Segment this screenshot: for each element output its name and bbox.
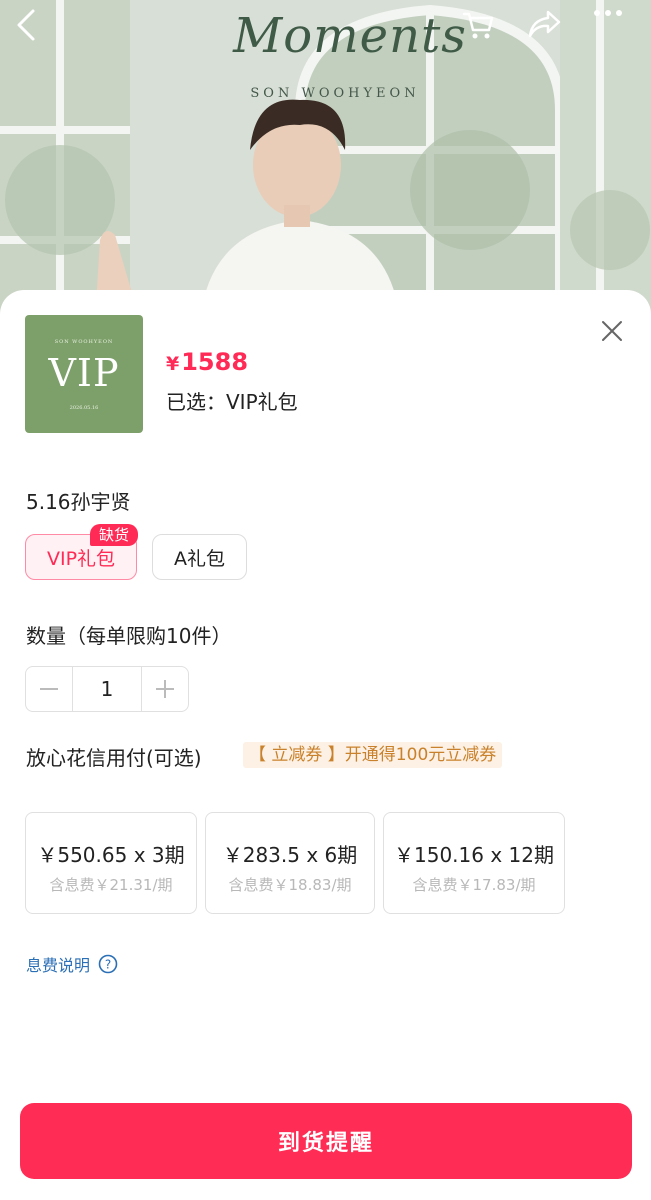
decrement-button[interactable] xyxy=(26,667,72,711)
thumbnail-top-text: SON WOOHYEON xyxy=(54,339,114,345)
hero-subtitle: SON WOOHYEON xyxy=(250,86,420,101)
plan-amount: ￥150.16 x 12期 xyxy=(394,843,554,867)
spec-label: 5.16孙宇贤 xyxy=(26,490,131,514)
price-currency: ¥ xyxy=(166,353,180,375)
minus-icon xyxy=(40,688,58,690)
hero-banner: Moments SON WOOHYEON xyxy=(0,0,651,320)
fee-explanation-link[interactable]: 息费说明 ? xyxy=(26,952,118,976)
plan-amount: ￥283.5 x 6期 xyxy=(222,843,358,867)
coupon-badge[interactable]: 【 立减券 】开通得100元立减券 xyxy=(243,742,503,768)
option-label: A礼包 xyxy=(174,547,225,570)
close-button[interactable] xyxy=(597,316,627,346)
credit-pay-label: 放心花信用付(可选) xyxy=(26,746,202,770)
quantity-value[interactable]: 1 xyxy=(72,667,142,711)
back-button[interactable] xyxy=(14,8,54,48)
quantity-label: 数量（每单限购10件） xyxy=(26,624,232,648)
product-price: ¥1588 xyxy=(166,348,248,376)
quantity-stepper: 1 xyxy=(25,666,189,712)
help-icon: ? xyxy=(98,954,118,974)
fee-link-label: 息费说明 xyxy=(26,956,91,975)
increment-button[interactable] xyxy=(142,667,188,711)
plan-fee: 含息费￥17.83/期 xyxy=(412,876,536,894)
more-icon xyxy=(594,10,622,16)
plus-icon xyxy=(156,680,174,698)
restock-reminder-button[interactable]: 到货提醒 xyxy=(20,1103,632,1179)
installment-plan-6[interactable]: ￥283.5 x 6期 含息费￥18.83/期 xyxy=(205,812,375,914)
svg-text:?: ? xyxy=(105,958,111,972)
installment-plan-12[interactable]: ￥150.16 x 12期 含息费￥17.83/期 xyxy=(383,812,565,914)
share-button[interactable] xyxy=(526,8,566,48)
option-a-package[interactable]: A礼包 xyxy=(152,534,247,580)
price-value: 1588 xyxy=(181,348,249,376)
thumbnail-main-text: VIP xyxy=(48,351,120,395)
share-icon xyxy=(528,10,561,38)
more-button[interactable] xyxy=(592,8,632,48)
option-label: VIP礼包 xyxy=(46,547,116,570)
close-icon xyxy=(602,321,622,341)
plan-amount: ￥550.65 x 3期 xyxy=(37,843,185,867)
option-vip-package[interactable]: VIP礼包 缺货 xyxy=(25,524,138,580)
product-thumbnail[interactable]: SON WOOHYEON VIP 2026.05.16 xyxy=(25,315,143,433)
back-icon xyxy=(17,9,35,41)
plan-fee: 含息费￥18.83/期 xyxy=(228,876,352,894)
sku-selection-sheet: SON WOOHYEON VIP 2026.05.16 ¥1588 已选：VIP… xyxy=(0,290,651,1200)
thumbnail-date-text: 2026.05.16 xyxy=(69,405,99,411)
installment-plan-3[interactable]: ￥550.65 x 3期 含息费￥21.31/期 xyxy=(25,812,197,914)
out-of-stock-badge: 缺货 xyxy=(89,524,138,546)
selected-spec-text: 已选：VIP礼包 xyxy=(166,390,298,414)
plan-fee: 含息费￥21.31/期 xyxy=(49,876,173,894)
cart-icon xyxy=(462,12,494,39)
cart-button[interactable] xyxy=(461,8,501,48)
